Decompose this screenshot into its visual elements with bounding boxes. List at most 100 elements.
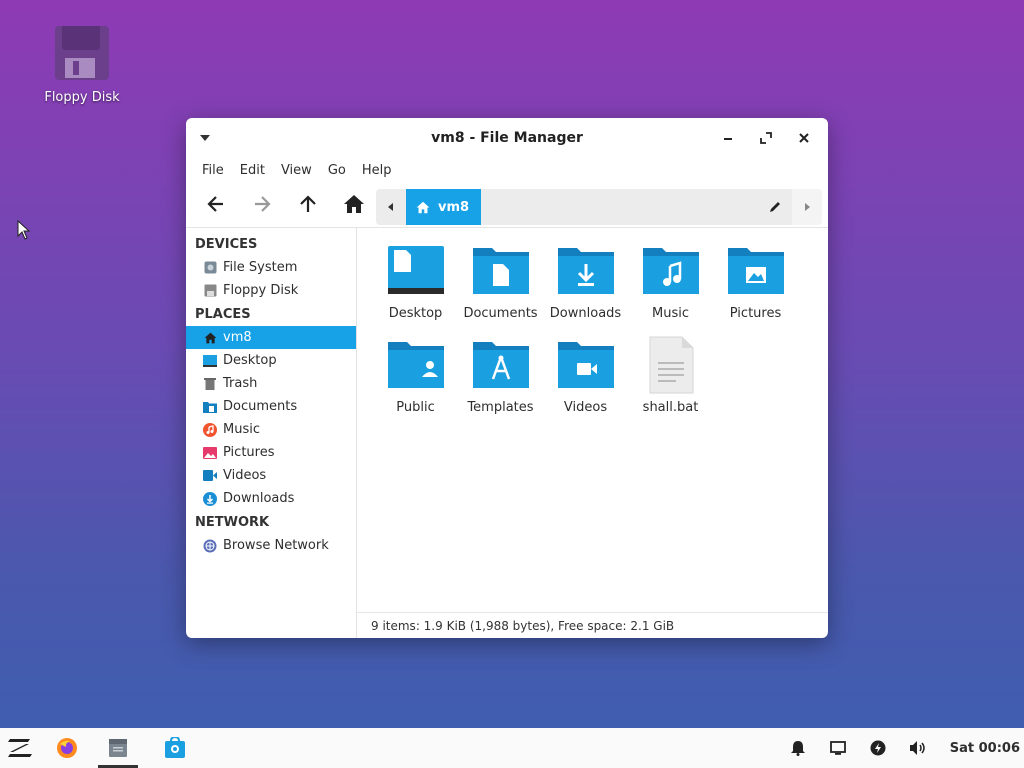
up-button[interactable] xyxy=(290,188,326,220)
file-manager-launcher[interactable] xyxy=(98,728,138,768)
sidebar-item-vm8[interactable]: vm8 xyxy=(186,326,356,349)
maximize-button[interactable] xyxy=(750,126,782,150)
file-label: Templates xyxy=(467,400,534,415)
file-manager-window: vm8 - File Manager File Edit View Go Hel… xyxy=(186,118,828,638)
file-manager-icon xyxy=(109,739,127,757)
sidebar-item-browse-network[interactable]: Browse Network xyxy=(186,534,356,557)
home-icon xyxy=(344,195,364,213)
software-store-icon xyxy=(165,737,185,758)
back-button[interactable] xyxy=(198,188,234,220)
close-icon xyxy=(799,133,809,143)
back-arrow-icon xyxy=(207,196,223,212)
sidebar-heading-network: NETWORK xyxy=(195,515,270,530)
sidebar-item-documents[interactable]: Documents xyxy=(186,395,356,418)
chevron-right-icon xyxy=(805,203,810,211)
menu-file[interactable]: File xyxy=(194,163,232,178)
music-icon xyxy=(203,422,217,437)
documents-folder-icon xyxy=(203,400,217,414)
close-button[interactable] xyxy=(788,126,820,150)
floppy-disk-icon xyxy=(53,24,111,82)
templates-folder-icon xyxy=(472,342,529,388)
firefox-icon xyxy=(57,738,77,758)
file-item-music[interactable]: Music xyxy=(628,238,713,326)
sidebar-item-videos[interactable]: Videos xyxy=(186,464,356,487)
zorin-menu-icon xyxy=(8,739,32,757)
sidebar-item-pictures[interactable]: Pictures xyxy=(186,441,356,464)
file-item-pictures[interactable]: Pictures xyxy=(713,238,798,326)
file-item-documents[interactable]: Documents xyxy=(458,238,543,326)
forward-button[interactable] xyxy=(244,188,280,220)
desktop-floppy-disk[interactable]: Floppy Disk xyxy=(40,24,124,105)
sidebar-item-downloads[interactable]: Downloads xyxy=(186,487,356,510)
desktop-folder-icon xyxy=(387,246,444,294)
pictures-icon xyxy=(203,446,217,460)
volume-icon xyxy=(909,741,925,755)
file-label: Desktop xyxy=(388,306,443,321)
firefox-launcher[interactable] xyxy=(40,728,94,768)
file-label: Downloads xyxy=(549,306,622,321)
sidebar-heading-devices: DEVICES xyxy=(195,237,258,252)
window-menu-icon[interactable] xyxy=(200,135,210,141)
maximize-icon xyxy=(760,132,772,144)
file-item-downloads[interactable]: Downloads xyxy=(543,238,628,326)
desktop-icon xyxy=(203,354,217,368)
sidebar-item-trash[interactable]: Trash xyxy=(186,372,356,395)
menu-help[interactable]: Help xyxy=(354,163,400,178)
music-folder-icon xyxy=(642,248,699,294)
menu-view[interactable]: View xyxy=(273,163,320,178)
minimize-button[interactable] xyxy=(712,126,744,150)
home-icon xyxy=(416,201,430,213)
display-button[interactable] xyxy=(818,728,858,768)
sidebar-item-desktop[interactable]: Desktop xyxy=(186,349,356,372)
public-folder-icon xyxy=(387,342,444,388)
volume-button[interactable] xyxy=(898,728,938,768)
videos-icon xyxy=(203,469,217,483)
path-bar: vm8 xyxy=(376,189,822,225)
path-crumb-home[interactable]: vm8 xyxy=(406,189,482,225)
menu-go[interactable]: Go xyxy=(320,163,354,178)
file-label: Public xyxy=(396,400,435,415)
menubar: File Edit View Go Help xyxy=(186,158,828,182)
up-arrow-icon xyxy=(300,195,316,212)
display-icon xyxy=(829,741,846,755)
sidebar-item-file-system[interactable]: File System xyxy=(186,256,356,279)
text-file-icon xyxy=(649,336,693,394)
file-item-shall-bat[interactable]: shall.bat xyxy=(628,332,713,420)
file-item-desktop[interactable]: Desktop xyxy=(373,238,458,326)
downloads-icon xyxy=(203,491,217,506)
software-store-launcher[interactable] xyxy=(150,728,200,768)
file-item-public[interactable]: Public xyxy=(373,332,458,420)
path-scroll-left[interactable] xyxy=(376,189,406,225)
menu-edit[interactable]: Edit xyxy=(232,163,273,178)
zorin-menu-button[interactable] xyxy=(0,728,40,768)
system-tray: Sat 00:06 xyxy=(778,728,1024,768)
path-crumb-label: vm8 xyxy=(438,199,470,215)
network-globe-icon xyxy=(203,539,217,553)
minimize-icon xyxy=(724,138,732,140)
forward-arrow-icon xyxy=(255,196,271,212)
file-label: Documents xyxy=(463,306,538,321)
edit-location-button[interactable] xyxy=(758,189,792,225)
sidebar-item-music[interactable]: Music xyxy=(186,418,356,441)
toolbar: vm8 xyxy=(186,182,828,226)
file-label: Videos xyxy=(563,400,608,415)
documents-folder-icon xyxy=(472,248,529,294)
file-item-videos[interactable]: Videos xyxy=(543,332,628,420)
mouse-pointer-icon xyxy=(17,220,31,240)
desktop-icon-label: Floppy Disk xyxy=(44,90,120,105)
sidebar-item-floppy-disk[interactable]: Floppy Disk xyxy=(186,279,356,302)
power-button[interactable] xyxy=(858,728,898,768)
taskbar: Sat 00:06 xyxy=(0,728,1024,768)
path-scroll-right[interactable] xyxy=(792,189,822,225)
file-view: Desktop Documents Downloads Music Pictur… xyxy=(357,228,828,638)
clock[interactable]: Sat 00:06 xyxy=(938,741,1024,756)
chevron-left-icon xyxy=(388,203,393,211)
notifications-button[interactable] xyxy=(778,728,818,768)
downloads-folder-icon xyxy=(557,248,614,294)
sidebar-heading-places: PLACES xyxy=(195,307,251,322)
home-button[interactable] xyxy=(336,188,372,220)
file-item-templates[interactable]: Templates xyxy=(458,332,543,420)
trash-icon xyxy=(203,377,217,391)
home-icon xyxy=(203,331,217,345)
bell-icon xyxy=(790,741,805,756)
